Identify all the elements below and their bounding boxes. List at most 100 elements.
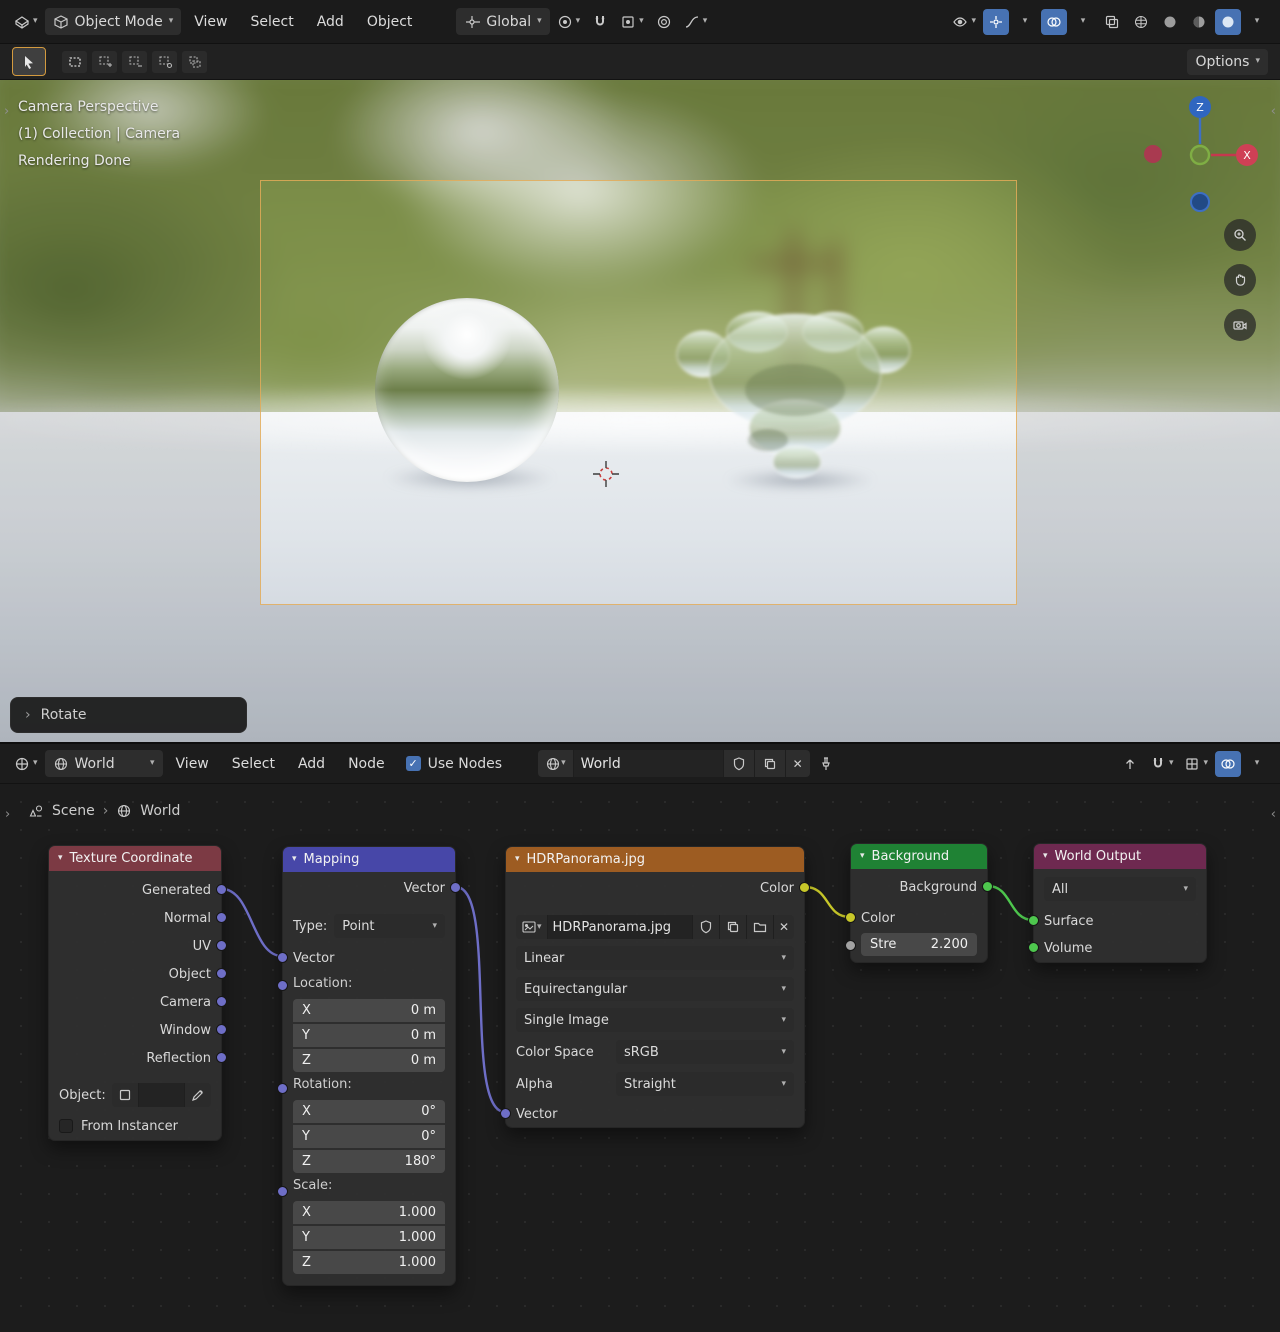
shader-type-dropdown[interactable]: World ▾ xyxy=(45,750,163,777)
socket-out-window[interactable] xyxy=(216,1024,227,1035)
socket-out-reflection[interactable] xyxy=(216,1052,227,1063)
socket-in-location[interactable] xyxy=(277,980,288,991)
pivot-point-button[interactable]: ▾ xyxy=(553,9,585,35)
socket-in-volume[interactable] xyxy=(1028,942,1039,953)
active-tool-button[interactable] xyxy=(12,47,46,76)
overlays-dropdown[interactable]: ▾ xyxy=(1070,9,1096,35)
scale-x-slider[interactable]: X1.000 xyxy=(293,1201,445,1224)
menu-view[interactable]: View xyxy=(184,9,237,35)
select-mode-set-button[interactable] xyxy=(62,51,87,73)
socket-out-color[interactable] xyxy=(799,882,810,893)
select-mode-invert-button[interactable] xyxy=(152,51,177,73)
socket-in-rotation[interactable] xyxy=(277,1083,288,1094)
snap-target-button[interactable]: ▾ xyxy=(616,9,648,35)
mapping-type-dropdown[interactable]: Point ▾ xyxy=(334,914,445,938)
eyedropper-button[interactable] xyxy=(185,1083,211,1107)
object-icon[interactable] xyxy=(112,1083,139,1107)
interpolation-dropdown[interactable]: Linear▾ xyxy=(516,946,794,970)
image-unlink-button[interactable]: ✕ xyxy=(774,915,794,939)
image-browse-button[interactable]: ▾ xyxy=(516,915,548,939)
object-picker-field[interactable] xyxy=(112,1083,211,1107)
socket-in-surface[interactable] xyxy=(1028,915,1039,926)
socket-out-uv[interactable] xyxy=(216,940,227,951)
from-instancer-checkbox[interactable] xyxy=(59,1119,73,1133)
use-nodes-toggle[interactable]: ✓ Use Nodes xyxy=(398,756,510,772)
location-y-slider[interactable]: Y0 m xyxy=(293,1024,445,1047)
source-dropdown[interactable]: Single Image▾ xyxy=(516,1008,794,1032)
node-overlays-dropdown[interactable]: ▾ xyxy=(1244,751,1270,777)
fake-user-button[interactable] xyxy=(724,750,755,777)
snap-toggle-button[interactable] xyxy=(587,9,613,35)
collapse-chevron-icon[interactable]: ▾ xyxy=(515,855,520,864)
link-mapping-to-texture[interactable] xyxy=(456,887,505,1112)
image-open-button[interactable] xyxy=(747,915,774,939)
node-snap-target-button[interactable]: ▾ xyxy=(1180,751,1212,777)
socket-in-vector[interactable] xyxy=(277,952,288,963)
shading-material-button[interactable] xyxy=(1186,9,1212,35)
transform-orientation-dropdown[interactable]: Global ▾ xyxy=(456,8,549,35)
gizmo-neg-z-ball[interactable] xyxy=(1191,193,1209,211)
new-copy-button[interactable] xyxy=(755,750,786,777)
camera-view-button[interactable] xyxy=(1224,309,1256,341)
node-environment-texture[interactable]: ▾ HDRPanorama.jpg Color ▾ HDRPanorama.jp… xyxy=(505,846,805,1128)
options-dropdown[interactable]: Options ▾ xyxy=(1187,49,1268,75)
collapse-chevron-icon[interactable]: ▾ xyxy=(860,852,865,861)
proportional-falloff-button[interactable]: ▾ xyxy=(680,9,712,35)
rotation-y-slider[interactable]: Y0° xyxy=(293,1125,445,1148)
object-name-empty[interactable] xyxy=(139,1083,185,1107)
node-world-output[interactable]: ▾ World Output All▾ Surface Volume xyxy=(1033,843,1207,963)
collapse-chevron-icon[interactable]: ▾ xyxy=(292,855,297,864)
shading-dropdown[interactable]: ▾ xyxy=(1244,9,1270,35)
gizmo-y-ball[interactable] xyxy=(1191,146,1209,164)
socket-out-camera[interactable] xyxy=(216,996,227,1007)
frame-parent-button[interactable] xyxy=(1117,751,1143,777)
shading-wireframe-button[interactable] xyxy=(1128,9,1154,35)
output-target-dropdown[interactable]: All▾ xyxy=(1044,877,1196,901)
operator-panel-rotate[interactable]: › Rotate xyxy=(10,697,247,733)
chrome-sphere-object[interactable] xyxy=(375,298,559,482)
collapse-chevron-icon[interactable]: ▾ xyxy=(1043,852,1048,861)
visibility-dropdown-button[interactable]: ▾ xyxy=(948,9,980,35)
menu-object[interactable]: Object xyxy=(357,9,423,35)
shader-editor-type-button[interactable]: ▾ xyxy=(10,751,42,777)
shading-rendered-button[interactable] xyxy=(1215,9,1241,35)
glass-monkey-object[interactable] xyxy=(650,290,930,530)
rotation-z-slider[interactable]: Z180° xyxy=(293,1150,445,1173)
node-header[interactable]: ▾ World Output xyxy=(1034,844,1206,869)
world-browse-button[interactable]: ▾ xyxy=(538,750,574,777)
node-menu-select[interactable]: Select xyxy=(222,751,285,777)
socket-out-vector[interactable] xyxy=(450,882,461,893)
image-fake-user-button[interactable] xyxy=(693,915,720,939)
node-menu-view[interactable]: View xyxy=(166,751,219,777)
shading-solid-button[interactable] xyxy=(1157,9,1183,35)
scale-z-slider[interactable]: Z1.000 xyxy=(293,1251,445,1274)
use-nodes-checkbox[interactable]: ✓ xyxy=(406,756,421,771)
node-mapping[interactable]: ▾ Mapping Vector Type: Point ▾ Vector Lo… xyxy=(282,846,456,1286)
socket-out-background[interactable] xyxy=(982,881,993,892)
link-generated-to-vector[interactable] xyxy=(222,889,282,956)
socket-in-strength[interactable] xyxy=(845,940,856,951)
editor-type-button[interactable]: ▾ xyxy=(10,9,42,35)
pin-button[interactable] xyxy=(813,751,839,777)
menu-select[interactable]: Select xyxy=(241,9,304,35)
node-menu-node[interactable]: Node xyxy=(338,751,395,777)
mode-dropdown[interactable]: Object Mode ▾ xyxy=(45,8,182,35)
socket-in-color[interactable] xyxy=(845,912,856,923)
socket-in-vector[interactable] xyxy=(500,1108,511,1119)
overlays-toggle-button[interactable] xyxy=(1041,9,1067,35)
navigation-gizmo[interactable]: Z X xyxy=(1130,80,1280,220)
zoom-button[interactable] xyxy=(1224,219,1256,251)
socket-in-scale[interactable] xyxy=(277,1186,288,1197)
image-copy-button[interactable] xyxy=(720,915,747,939)
node-header[interactable]: ▾ Mapping xyxy=(283,847,455,872)
node-snap-toggle[interactable]: ▾ xyxy=(1146,751,1178,777)
alpha-dropdown[interactable]: Straight▾ xyxy=(616,1072,794,1096)
image-name-field[interactable]: HDRPanorama.jpg xyxy=(548,915,693,939)
region-toggle-left[interactable]: › xyxy=(4,104,9,119)
location-z-slider[interactable]: Z0 m xyxy=(293,1049,445,1072)
node-overlays-toggle[interactable] xyxy=(1215,751,1241,777)
link-background-to-output[interactable] xyxy=(988,886,1033,920)
3d-cursor[interactable] xyxy=(592,460,620,488)
socket-out-normal[interactable] xyxy=(216,912,227,923)
strength-slider[interactable]: Stre 2.200 xyxy=(861,933,977,956)
